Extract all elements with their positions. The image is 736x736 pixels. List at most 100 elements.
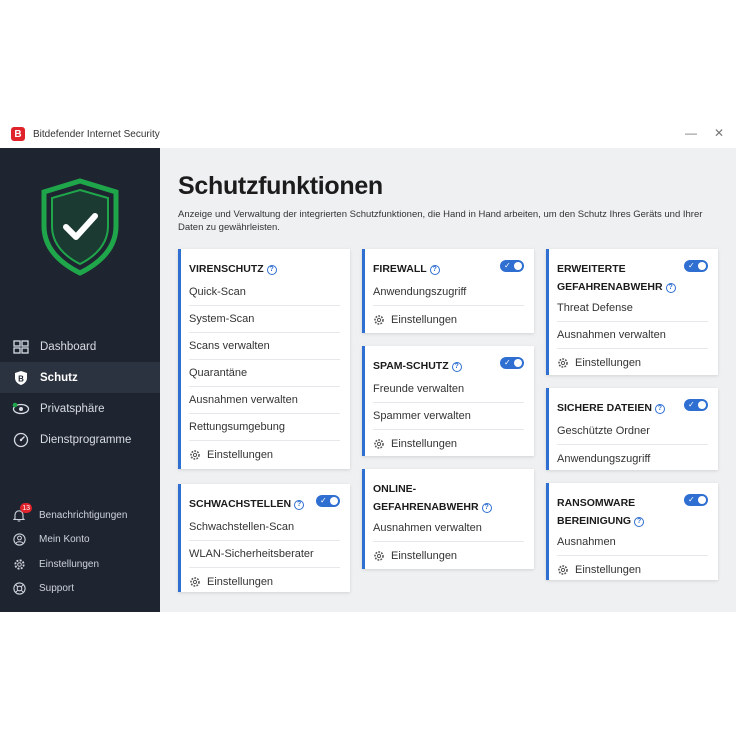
sidebar-item-einstellungen[interactable]: Einstellungen bbox=[0, 552, 160, 577]
action-ausnahmen-verwalten[interactable]: Ausnahmen verwalten bbox=[189, 387, 340, 414]
sidebar-item-label: Einstellungen bbox=[39, 558, 100, 570]
sidebar-item-dashboard[interactable]: Dashboard bbox=[0, 331, 160, 362]
sidebar-item-label: Dienstprogramme bbox=[40, 433, 132, 446]
settings-link[interactable]: Einstellungen bbox=[373, 306, 524, 333]
action-geschuetzte-ordner[interactable]: Geschützte Ordner bbox=[557, 418, 708, 445]
settings-label: Einstellungen bbox=[575, 563, 642, 576]
card-sichere-dateien: SICHERE DATEIEN? ✓ Geschützte Ordner Anw… bbox=[546, 388, 718, 470]
action-schwachstellen-scan[interactable]: Schwachstellen-Scan bbox=[189, 514, 340, 541]
check-icon: ✓ bbox=[504, 261, 511, 270]
check-icon: ✓ bbox=[504, 358, 511, 367]
app-window: B Bitdefender Internet Security — ✕ Dash… bbox=[0, 120, 736, 612]
card-erweiterte-gefahrenabwehr: ERWEITERTE GEFAHRENABWEHR? ✓ Threat Defe… bbox=[546, 249, 718, 375]
settings-link[interactable]: Einstellungen bbox=[189, 441, 340, 468]
sidebar-item-schutz[interactable]: B Schutz bbox=[0, 362, 160, 393]
settings-link[interactable]: Einstellungen bbox=[373, 542, 524, 569]
action-anwendungszugriff[interactable]: Anwendungszugriff bbox=[557, 445, 708, 472]
action-ausnahmen[interactable]: Ausnahmen bbox=[557, 529, 708, 556]
sidebar-item-dienstprogramme[interactable]: Dienstprogramme bbox=[0, 424, 160, 455]
gear-icon bbox=[12, 557, 26, 571]
sidebar-item-label: Benachrichtigungen bbox=[39, 509, 128, 521]
card-schwachstellen: SCHWACHSTELLEN? ✓ Schwachstellen-Scan WL… bbox=[178, 484, 350, 592]
sidebar-item-benachrichtigungen[interactable]: 13 Benachrichtigungen bbox=[0, 503, 160, 528]
help-icon[interactable]: ? bbox=[634, 516, 645, 527]
notification-count-badge: 13 bbox=[20, 503, 32, 514]
feature-toggle[interactable]: ✓ bbox=[684, 494, 708, 506]
sidebar-item-mein-konto[interactable]: Mein Konto bbox=[0, 528, 160, 553]
card-spam-schutz: SPAM-SCHUTZ? ✓ Freunde verwalten Spammer… bbox=[362, 346, 534, 456]
action-ausnahmen-verwalten[interactable]: Ausnahmen verwalten bbox=[557, 322, 708, 349]
window-controls: — ✕ bbox=[684, 126, 726, 140]
card-header: SPAM-SCHUTZ? ✓ bbox=[365, 346, 534, 376]
settings-label: Einstellungen bbox=[207, 448, 274, 461]
toggle-knob bbox=[330, 497, 338, 505]
svg-text:B: B bbox=[18, 374, 24, 383]
feature-toggle[interactable]: ✓ bbox=[684, 260, 708, 272]
feature-toggle[interactable]: ✓ bbox=[500, 357, 524, 369]
check-icon: ✓ bbox=[688, 400, 695, 409]
settings-link[interactable]: Einstellungen bbox=[189, 568, 340, 595]
card-title-line2: GEFAHRENABWEHR bbox=[373, 501, 479, 513]
sidebar-nav: Dashboard B Schutz Privatsphäre Dienstpr… bbox=[0, 331, 160, 455]
action-threat-defense[interactable]: Threat Defense bbox=[557, 295, 708, 322]
check-icon: ✓ bbox=[688, 261, 695, 270]
gear-icon bbox=[373, 438, 385, 450]
feature-toggle[interactable]: ✓ bbox=[500, 260, 524, 272]
action-spammer-verwalten[interactable]: Spammer verwalten bbox=[373, 403, 524, 430]
gear-icon bbox=[557, 564, 569, 576]
settings-link[interactable]: Einstellungen bbox=[373, 430, 524, 457]
help-icon[interactable]: ? bbox=[266, 264, 277, 275]
action-system-scan[interactable]: System-Scan bbox=[189, 306, 340, 333]
card-header: FIREWALL? ✓ bbox=[365, 249, 534, 279]
card-title: SCHWACHSTELLEN bbox=[189, 498, 292, 510]
card-virenschutz: VIRENSCHUTZ? Quick-Scan System-Scan Scan… bbox=[178, 249, 350, 469]
close-button[interactable]: ✕ bbox=[712, 126, 726, 140]
settings-link[interactable]: Einstellungen bbox=[557, 556, 708, 583]
feature-toggle[interactable]: ✓ bbox=[316, 495, 340, 507]
help-icon[interactable]: ? bbox=[429, 264, 440, 275]
gear-icon bbox=[557, 357, 569, 369]
card-online-gefahrenabwehr: ONLINE- GEFAHRENABWEHR? Ausnahmen verwal… bbox=[362, 469, 534, 569]
gear-icon bbox=[373, 314, 385, 326]
feature-toggle[interactable]: ✓ bbox=[684, 399, 708, 411]
card-title: FIREWALL bbox=[373, 263, 427, 275]
action-scans-verwalten[interactable]: Scans verwalten bbox=[189, 333, 340, 360]
shield-b-icon: B bbox=[12, 369, 30, 387]
action-freunde-verwalten[interactable]: Freunde verwalten bbox=[373, 376, 524, 403]
sidebar-item-label: Mein Konto bbox=[39, 534, 90, 546]
toggle-knob bbox=[514, 262, 522, 270]
action-ausnahmen-verwalten[interactable]: Ausnahmen verwalten bbox=[373, 515, 524, 542]
help-icon[interactable]: ? bbox=[294, 499, 305, 510]
help-icon[interactable]: ? bbox=[481, 502, 492, 513]
card-header: ONLINE- GEFAHRENABWEHR? bbox=[365, 469, 534, 515]
window-title: Bitdefender Internet Security bbox=[33, 128, 160, 140]
card-title-line2: BEREINIGUNG bbox=[557, 515, 632, 527]
card-title-line1: ERWEITERTE bbox=[557, 263, 626, 275]
card-title: VIRENSCHUTZ bbox=[189, 263, 264, 275]
bell-icon: 13 bbox=[12, 503, 32, 522]
card-header: SCHWACHSTELLEN? ✓ bbox=[181, 484, 350, 514]
card-header: ERWEITERTE GEFAHRENABWEHR? ✓ bbox=[549, 249, 718, 295]
sidebar-item-support[interactable]: Support bbox=[0, 577, 160, 602]
check-icon: ✓ bbox=[688, 495, 695, 504]
card-title-line2: GEFAHRENABWEHR bbox=[557, 281, 663, 293]
gear-icon bbox=[189, 449, 201, 461]
action-quick-scan[interactable]: Quick-Scan bbox=[189, 279, 340, 306]
action-quarantaene[interactable]: Quarantäne bbox=[189, 360, 340, 387]
settings-label: Einstellungen bbox=[391, 437, 458, 450]
minimize-button[interactable]: — bbox=[684, 126, 698, 140]
help-icon[interactable]: ? bbox=[654, 403, 665, 414]
card-header: SICHERE DATEIEN? ✓ bbox=[549, 388, 718, 418]
main-content: Schutzfunktionen Anzeige und Verwaltung … bbox=[160, 148, 736, 612]
settings-link[interactable]: Einstellungen bbox=[557, 349, 708, 376]
card-title-line1: RANSOMWARE bbox=[557, 497, 636, 509]
help-icon[interactable]: ? bbox=[451, 361, 462, 372]
help-icon[interactable]: ? bbox=[665, 282, 676, 293]
action-wlan-sicherheitsberater[interactable]: WLAN-Sicherheitsberater bbox=[189, 541, 340, 568]
card-ransomware-bereinigung: RANSOMWARE BEREINIGUNG? ✓ Ausnahmen Eins… bbox=[546, 483, 718, 580]
action-anwendungszugriff[interactable]: Anwendungszugriff bbox=[373, 279, 524, 306]
sidebar-item-privatsphaere[interactable]: Privatsphäre bbox=[0, 393, 160, 424]
protection-shield-icon bbox=[40, 178, 120, 276]
card-header: RANSOMWARE BEREINIGUNG? ✓ bbox=[549, 483, 718, 529]
action-rettungsumgebung[interactable]: Rettungsumgebung bbox=[189, 414, 340, 441]
